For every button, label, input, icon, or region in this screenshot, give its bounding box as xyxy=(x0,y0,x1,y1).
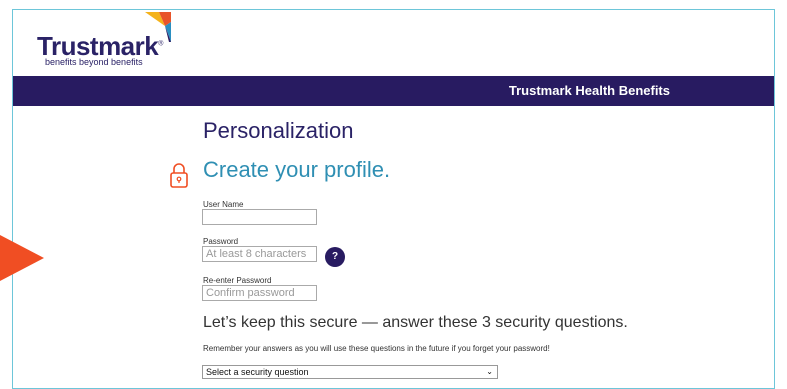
password-label: Password xyxy=(203,237,239,246)
banner-title: Trustmark Health Benefits xyxy=(508,83,670,98)
chevron-down-icon: ⌄ xyxy=(486,367,493,376)
brand-trademark: ® xyxy=(158,40,163,48)
security-heading: Let’s keep this secure — answer these 3 … xyxy=(203,314,628,331)
security-question-selected: Select a security question xyxy=(206,367,309,377)
password-input[interactable] xyxy=(202,246,317,262)
confirm-password-label: Re-enter Password xyxy=(203,276,272,285)
section-title: Create your profile. xyxy=(203,157,391,182)
security-question-select[interactable]: Select a security question ⌄ xyxy=(202,365,498,379)
password-help-button[interactable]: ? xyxy=(325,247,345,267)
arrow-pointer-icon xyxy=(0,235,44,281)
lock-icon xyxy=(170,163,188,188)
username-label: User Name xyxy=(203,200,244,209)
header-banner: Trustmark Health Benefits xyxy=(13,76,774,106)
brand-logo[interactable]: Trustmark® benefits beyond benefits xyxy=(37,12,177,72)
brand-tagline: benefits beyond benefits xyxy=(45,57,143,67)
confirm-password-input[interactable] xyxy=(202,285,317,301)
page-title: Personalization xyxy=(203,118,354,143)
security-note: Remember your answers as you will use th… xyxy=(203,344,550,353)
username-input[interactable] xyxy=(202,209,317,225)
